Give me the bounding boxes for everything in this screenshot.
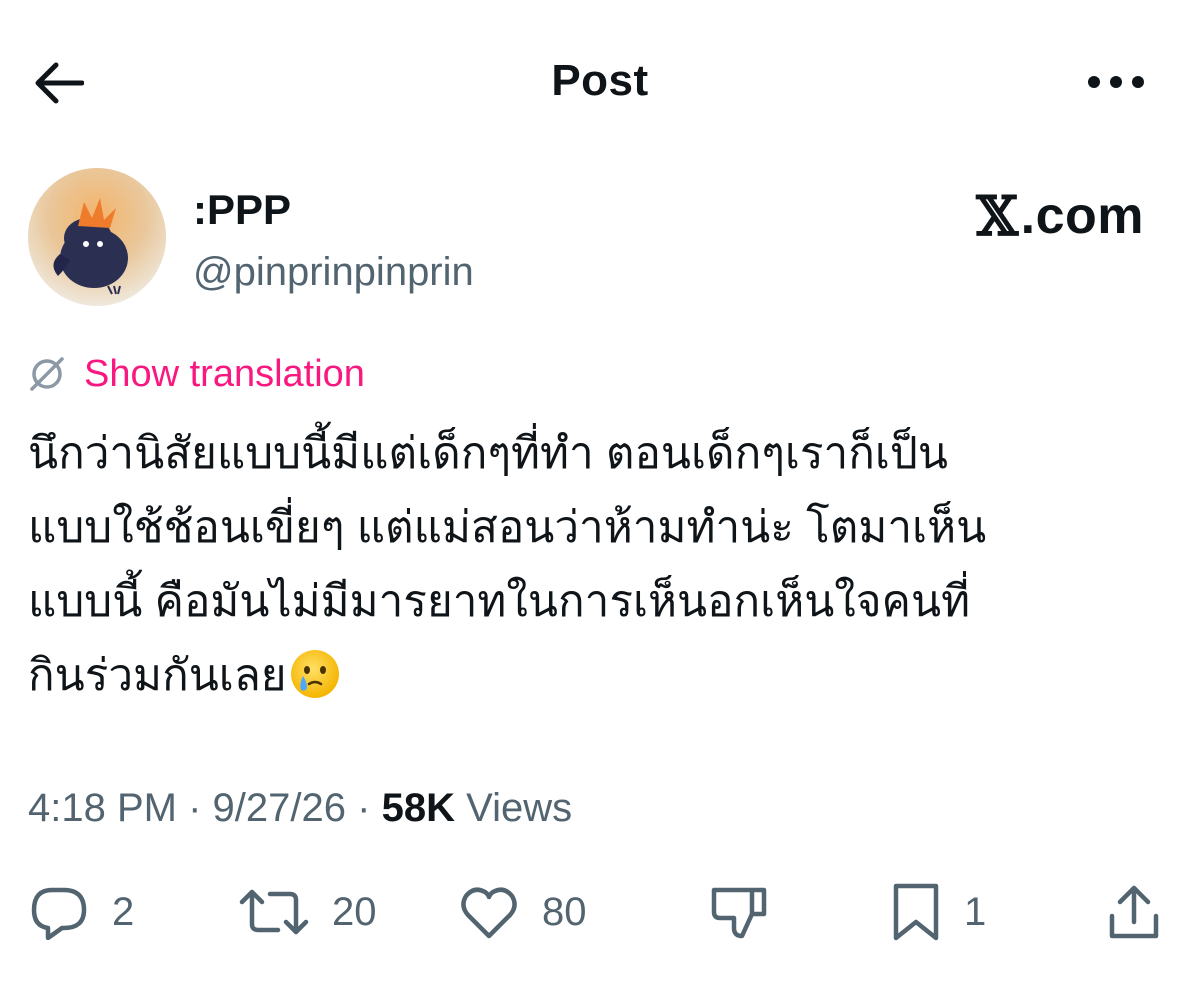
top-bar: Post bbox=[0, 0, 1200, 170]
page-title: Post bbox=[551, 56, 649, 105]
repost-button[interactable]: 20 bbox=[238, 880, 377, 944]
author-info: :PPP @pinprinpinprin bbox=[193, 186, 474, 296]
display-name[interactable]: :PPP bbox=[193, 186, 474, 236]
post-date: 9/27/26 bbox=[212, 786, 347, 830]
like-count: 80 bbox=[542, 889, 587, 934]
like-button[interactable]: 80 bbox=[458, 880, 587, 944]
share-button[interactable] bbox=[1106, 880, 1162, 944]
meta-separator: · bbox=[357, 786, 371, 830]
post-text-line-last: กินร่วมกันเลย bbox=[28, 639, 1158, 713]
show-translation-label: Show translation bbox=[84, 353, 365, 395]
bookmark-count: 1 bbox=[964, 889, 987, 934]
reply-count: 2 bbox=[112, 889, 135, 934]
reply-icon bbox=[31, 887, 87, 940]
translate-icon bbox=[30, 357, 64, 391]
views-count: 58K bbox=[381, 786, 455, 830]
avatar-image bbox=[28, 168, 166, 306]
action-bar: 2 20 80 1 bbox=[0, 880, 1200, 944]
face-holding-back-tears-icon bbox=[290, 650, 339, 698]
post-text-line: แบบใช้ช้อนเขี่ยๆ แต่แม่สอนว่าห้ามทำน่ะ โ… bbox=[28, 503, 987, 552]
x-logo-icon: 𝕏 bbox=[976, 184, 1019, 248]
post-text-line: กินร่วมกันเลย bbox=[28, 651, 287, 700]
repost-count: 20 bbox=[332, 889, 377, 934]
post-text: นึกว่านิสัยแบบนี้มีแต่เด็กๆที่ทำ ตอนเด็ก… bbox=[28, 417, 1158, 713]
views-label: Views bbox=[466, 786, 573, 830]
more-options-icon bbox=[1088, 76, 1144, 88]
show-translation-link[interactable]: Show translation bbox=[28, 352, 365, 396]
repost-icon bbox=[239, 889, 309, 935]
avatar[interactable] bbox=[28, 168, 166, 306]
post-time: 4:18 PM bbox=[28, 786, 177, 830]
more-options-button[interactable] bbox=[1084, 62, 1148, 102]
heart-icon bbox=[461, 887, 517, 939]
post-text-line: นึกว่านิสัยแบบนี้มีแต่เด็กๆที่ทำ ตอนเด็ก… bbox=[28, 429, 948, 478]
brand-watermark: 𝕏 .com bbox=[976, 184, 1144, 248]
post-text-line: แบบนี้ คือมันไม่มีมารยาทในการเห็นอกเห็นใ… bbox=[28, 577, 971, 626]
meta-separator: · bbox=[188, 786, 202, 830]
reply-button[interactable]: 2 bbox=[28, 880, 134, 944]
share-icon bbox=[1109, 885, 1159, 939]
bookmark-button[interactable]: 1 bbox=[890, 880, 986, 944]
post-meta: 4:18 PM · 9/27/26 · 58K Views bbox=[28, 784, 572, 832]
downvote-button[interactable] bbox=[708, 880, 770, 944]
thumbs-down-icon bbox=[711, 887, 767, 939]
user-handle[interactable]: @pinprinpinprin bbox=[193, 248, 474, 296]
bookmark-icon bbox=[893, 883, 939, 941]
brand-text: .com bbox=[1020, 187, 1144, 245]
